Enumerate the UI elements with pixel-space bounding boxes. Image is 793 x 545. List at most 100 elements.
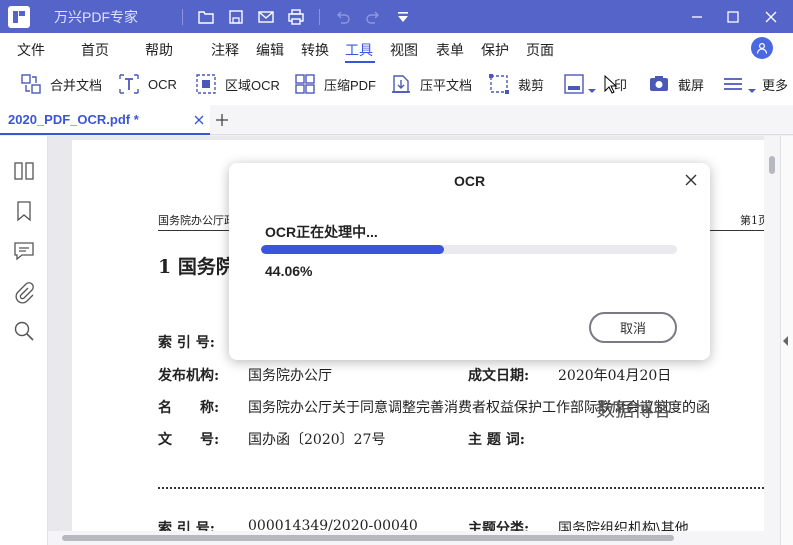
more-dropdown-icon[interactable]	[748, 89, 756, 93]
vertical-scroll-thumb[interactable]	[769, 156, 775, 174]
dialog-title: OCR	[453, 173, 486, 189]
app-logo-icon	[8, 5, 30, 28]
area-ocr-label: 区域OCR	[225, 77, 280, 93]
horizontal-scroll-thumb[interactable]	[62, 535, 674, 541]
app-title: 万兴PDF专家	[54, 8, 138, 25]
docno-label: 文 号:	[158, 432, 220, 448]
date-value: 2020年04月20日	[558, 368, 672, 384]
watermark-icon	[564, 74, 584, 94]
index2-label: 索 引 号:	[158, 521, 215, 531]
save-icon[interactable]	[221, 0, 251, 33]
watermark-dropdown-icon[interactable]	[588, 89, 596, 93]
cancel-button[interactable]: 取消	[589, 312, 677, 343]
name-label: 名 称:	[158, 400, 220, 416]
menu-view[interactable]: 视图	[390, 40, 418, 60]
camera-icon	[650, 76, 668, 91]
page-heading: 1 国务院	[158, 256, 235, 278]
area-ocr-icon	[196, 74, 216, 94]
date-label: 成文日期:	[468, 368, 530, 384]
ocr-progress-percent: 44.06%	[265, 263, 313, 279]
ocr-icon	[119, 74, 139, 94]
undo-icon[interactable]	[328, 0, 358, 33]
title-separator-2	[319, 8, 320, 25]
vertical-scrollbar[interactable]	[764, 136, 780, 531]
area-ocr-button[interactable]: 区域OCR	[195, 71, 280, 97]
flatten-button[interactable]: 压平文档	[390, 71, 472, 97]
ocr-button[interactable]: OCR	[118, 71, 177, 97]
menu-annotate[interactable]: 注释	[211, 40, 239, 60]
document-tab-label: 2020_PDF_OCR.pdf *	[8, 111, 139, 127]
publisher-label: 发布机构:	[158, 368, 220, 384]
watermark-button[interactable]	[563, 71, 593, 97]
crop-label: 裁剪	[518, 77, 545, 93]
menu-page[interactable]: 页面	[526, 40, 554, 60]
merge-icon	[21, 74, 41, 94]
category-label: 主题分类:	[468, 521, 530, 531]
tab-close-icon[interactable]	[192, 113, 206, 127]
publisher-value: 国务院办公厅	[248, 368, 332, 384]
document-tab[interactable]: 2020_PDF_OCR.pdf *	[0, 105, 210, 135]
thumbnails-icon[interactable]	[13, 160, 35, 182]
menu-bar: 文件 首页 帮助 注释 编辑 转换 工具 视图 表单 保护 页面	[0, 33, 793, 63]
compress-icon	[295, 74, 315, 94]
ocr-label: OCR	[148, 76, 177, 92]
merge-button[interactable]: 合并文档	[20, 71, 102, 97]
menu-lines-icon	[724, 78, 742, 90]
flatten-icon	[392, 75, 410, 93]
tools-bar: 合并文档 OCR 区域OCR 压缩PDF 压平文档 裁剪 印 截屏 更多	[0, 63, 793, 105]
tab-bar: 2020_PDF_OCR.pdf *	[0, 105, 793, 135]
open-folder-icon[interactable]	[191, 0, 221, 33]
menu-help[interactable]: 帮助	[145, 40, 173, 60]
dialog-close-icon[interactable]	[683, 172, 699, 188]
compress-pdf-button[interactable]: 压缩PDF	[294, 71, 376, 97]
search-icon[interactable]	[13, 320, 35, 342]
index-label: 索 引 号:	[158, 335, 215, 351]
ocr-progress-dialog: OCR OCR正在处理中... 44.06% 取消	[229, 163, 710, 360]
attachment-icon[interactable]	[13, 282, 35, 304]
email-icon[interactable]	[251, 0, 281, 33]
dotted-divider	[158, 487, 768, 489]
quick-access-dropdown-icon[interactable]	[388, 0, 418, 33]
maximize-icon[interactable]	[715, 0, 751, 33]
bookmark-icon[interactable]	[13, 200, 35, 222]
subject-label: 主 题 词:	[468, 432, 525, 448]
menu-tools[interactable]: 工具	[345, 40, 373, 60]
left-sidebar	[0, 136, 48, 545]
title-bar: 万兴PDF专家	[0, 0, 793, 33]
merge-label: 合并文档	[50, 77, 103, 93]
horizontal-scrollbar[interactable]	[48, 531, 780, 545]
redo-icon[interactable]	[358, 0, 388, 33]
docno-value: 国办函〔2020〕27号	[248, 432, 386, 448]
ocr-progress-bar	[261, 245, 677, 254]
menu-edit[interactable]: 编辑	[256, 40, 284, 60]
print-icon[interactable]	[281, 0, 311, 33]
minimize-icon[interactable]	[679, 0, 715, 33]
category-value: 国务院组织机构\其他	[558, 521, 689, 531]
comment-icon[interactable]	[13, 240, 35, 262]
window-close-icon[interactable]	[753, 0, 789, 33]
menu-protect[interactable]: 保护	[481, 40, 509, 60]
new-tab-icon[interactable]	[214, 112, 230, 128]
screenshot-button[interactable]: 截屏	[648, 71, 704, 97]
compress-label: 压缩PDF	[324, 77, 377, 93]
watermark-text: 数据博客	[596, 399, 673, 421]
menu-file[interactable]: 文件	[17, 40, 45, 60]
screenshot-label: 截屏	[678, 77, 705, 93]
menu-form[interactable]: 表单	[436, 40, 464, 60]
page-header-left: 国务院办公厅政	[158, 214, 235, 227]
user-avatar-icon[interactable]	[751, 37, 773, 59]
menu-convert[interactable]: 转换	[301, 40, 329, 60]
title-separator	[182, 8, 183, 25]
more-label: 更多	[762, 77, 789, 93]
ocr-status-text: OCR正在处理中...	[265, 224, 378, 240]
index2-value: 000014349/2020-00040	[248, 518, 418, 531]
right-panel-strip	[780, 136, 793, 545]
ocr-progress-fill	[261, 245, 445, 254]
flatten-label: 压平文档	[420, 77, 473, 93]
mouse-cursor-icon	[604, 75, 618, 94]
expand-right-panel-icon[interactable]	[783, 336, 788, 346]
crop-button[interactable]: 裁剪	[488, 71, 544, 97]
menu-home[interactable]: 首页	[81, 40, 109, 60]
more-button[interactable]	[722, 71, 752, 97]
crop-icon	[489, 74, 509, 94]
